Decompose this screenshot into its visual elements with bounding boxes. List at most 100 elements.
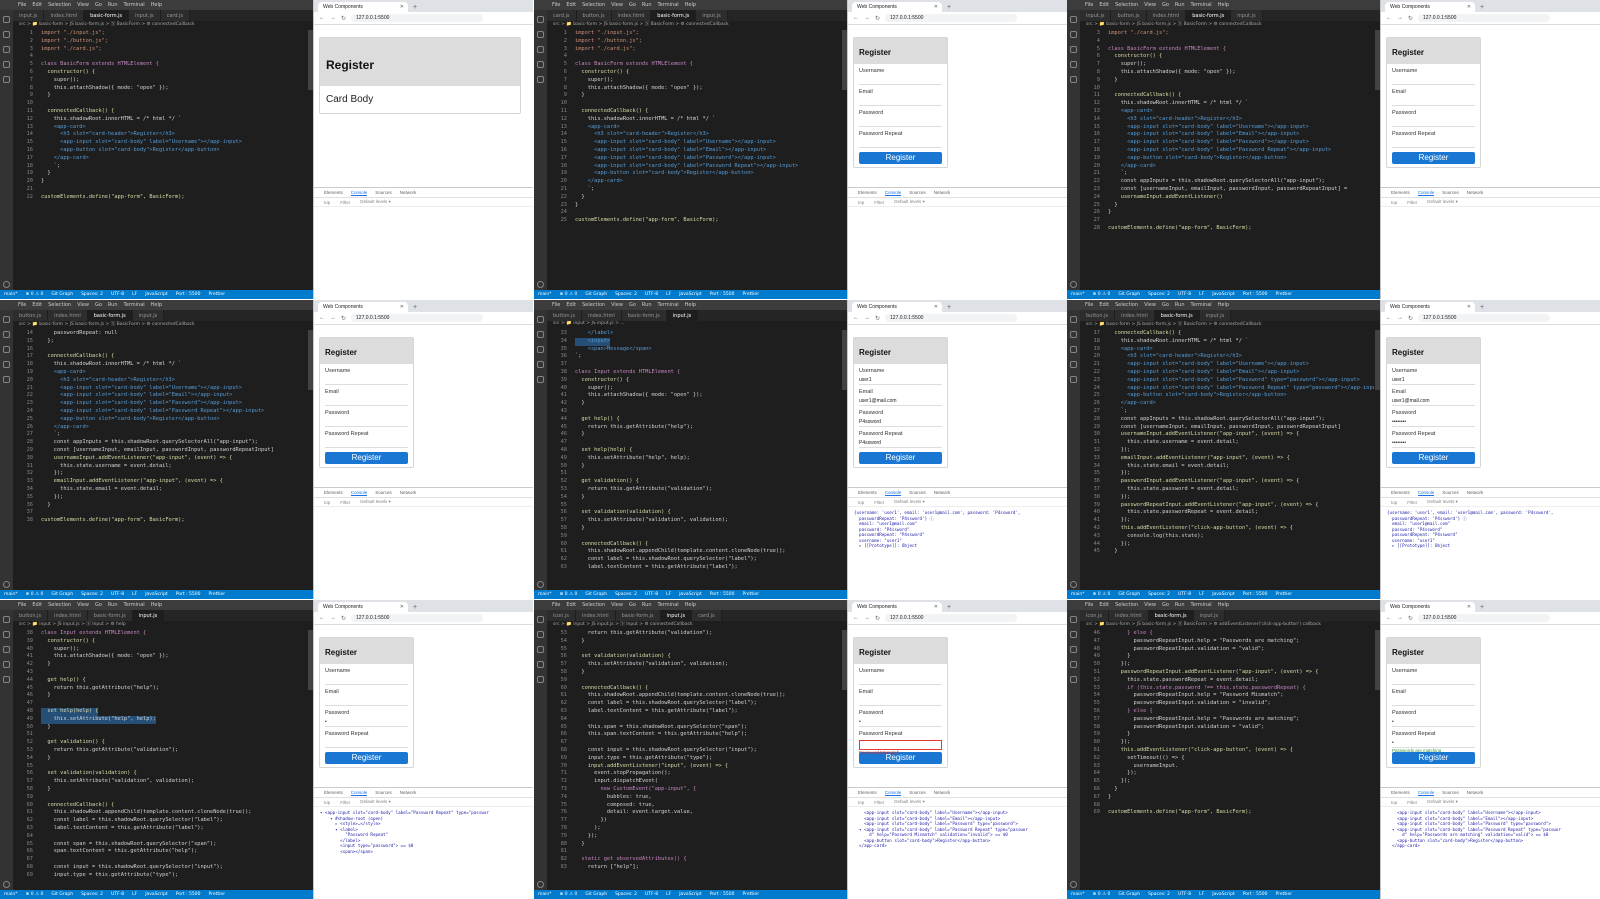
status-item[interactable]: Port : 5500 — [710, 892, 735, 897]
menu-item[interactable]: Selection — [48, 2, 71, 8]
status-item[interactable]: ⊗ 0 ⚠ 0 — [26, 892, 44, 897]
back-icon[interactable]: ← — [319, 15, 325, 21]
levels-dropdown[interactable]: Default levels ▾ — [1427, 799, 1458, 805]
text-input[interactable]: user1@mail.com — [859, 398, 942, 406]
status-item[interactable]: JavaScript — [145, 292, 168, 297]
back-icon[interactable]: ← — [1386, 315, 1392, 321]
editor-tab[interactable]: card.js — [547, 10, 577, 21]
status-item[interactable]: Prettier — [743, 892, 760, 897]
status-item[interactable]: Git Graph — [585, 892, 607, 897]
devtools-tab[interactable]: Sources — [375, 190, 392, 195]
devtools-tab[interactable]: Elements — [324, 790, 343, 795]
extensions-icon[interactable] — [537, 76, 544, 83]
explorer-icon[interactable] — [3, 16, 10, 23]
status-item[interactable]: ⊗ 0 ⚠ 0 — [26, 592, 44, 597]
menu-item[interactable]: Edit — [566, 2, 576, 8]
status-item[interactable]: UTF-8 — [111, 592, 124, 597]
status-item[interactable]: Spaces: 2 — [81, 592, 103, 597]
menu-item[interactable]: View — [1144, 302, 1156, 308]
forward-icon[interactable]: → — [864, 315, 870, 321]
back-icon[interactable]: ← — [853, 615, 859, 621]
register-button[interactable]: Register — [1392, 152, 1475, 164]
search-icon[interactable] — [1070, 631, 1077, 638]
code-editor[interactable]: 53 return this.getAttribute("validation"… — [547, 630, 841, 887]
status-item[interactable]: Prettier — [209, 292, 226, 297]
text-input[interactable]: •••••••• — [1392, 440, 1475, 448]
menu-item[interactable]: Edit — [32, 302, 42, 308]
text-input[interactable]: • — [325, 719, 408, 727]
status-item[interactable]: main* — [4, 892, 18, 897]
text-input[interactable]: • — [1392, 740, 1475, 748]
status-item[interactable]: Port : 5500 — [1243, 592, 1268, 597]
context-select[interactable]: top — [858, 200, 864, 205]
extensions-icon[interactable] — [3, 676, 10, 683]
browser-tab[interactable]: Web Components ✕ — [1385, 302, 1475, 312]
text-input[interactable] — [1392, 77, 1475, 85]
menu-item[interactable]: Help — [685, 302, 696, 308]
source-control-icon[interactable] — [1070, 46, 1077, 53]
text-input[interactable] — [325, 419, 408, 427]
devtools-tab[interactable]: Console — [884, 790, 902, 796]
editor-tab[interactable]: input.js — [132, 610, 165, 621]
status-item[interactable]: Port : 5500 — [710, 292, 735, 297]
breadcrumb[interactable]: src > 📁 input > JS input.js > 🅂 Input > … — [547, 621, 847, 629]
editor-tab[interactable]: basic-form.js — [87, 610, 133, 621]
devtools-tab[interactable]: Console — [350, 490, 368, 496]
devtools-tab[interactable]: Network — [400, 790, 417, 795]
menu-item[interactable]: Edit — [1099, 302, 1109, 308]
editor-tab[interactable]: basic-form.js — [615, 610, 661, 621]
status-item[interactable]: JavaScript — [145, 892, 168, 897]
gear-icon[interactable] — [537, 281, 544, 288]
status-item[interactable]: Spaces: 2 — [81, 892, 103, 897]
explorer-icon[interactable] — [1070, 16, 1077, 23]
browser-tab[interactable]: Web Components ✕ — [318, 302, 408, 312]
devtools-tab[interactable]: Network — [400, 190, 417, 195]
text-input[interactable] — [1392, 698, 1475, 706]
status-item[interactable]: Port : 5500 — [176, 292, 201, 297]
search-icon[interactable] — [1070, 31, 1077, 38]
run-debug-icon[interactable] — [3, 361, 10, 368]
filter-input[interactable]: Filter — [874, 500, 884, 505]
levels-dropdown[interactable]: Default levels ▾ — [894, 799, 925, 805]
reload-icon[interactable]: ↻ — [875, 15, 880, 22]
reload-icon[interactable]: ↻ — [875, 315, 880, 322]
text-input[interactable] — [325, 740, 408, 748]
register-button[interactable]: Register — [325, 752, 408, 764]
editor-tab[interactable]: basic-form.js — [1186, 10, 1232, 21]
text-input[interactable] — [325, 698, 408, 706]
register-button[interactable]: Register — [1392, 752, 1475, 764]
menu-item[interactable]: View — [77, 602, 89, 608]
menu-item[interactable]: File — [1085, 302, 1093, 308]
source-control-icon[interactable] — [537, 646, 544, 653]
editor-tab[interactable]: basic-form.js — [84, 10, 130, 21]
reload-icon[interactable]: ↻ — [1408, 315, 1413, 322]
status-item[interactable]: LF — [666, 892, 671, 897]
gear-icon[interactable] — [537, 881, 544, 888]
url-field[interactable]: 127.0.0.1:5500 — [1418, 14, 1550, 22]
menu-item[interactable]: File — [552, 2, 560, 8]
run-debug-icon[interactable] — [1070, 661, 1077, 668]
status-item[interactable]: main* — [4, 592, 18, 597]
status-item[interactable]: JavaScript — [679, 892, 702, 897]
text-input[interactable]: •••••••• — [1392, 419, 1475, 427]
context-select[interactable]: top — [858, 500, 864, 505]
status-item[interactable]: UTF-8 — [645, 592, 658, 597]
gear-icon[interactable] — [1070, 881, 1077, 888]
forward-icon[interactable]: → — [1397, 615, 1403, 621]
status-item[interactable]: LF — [666, 292, 671, 297]
run-debug-icon[interactable] — [537, 361, 544, 368]
url-field[interactable]: 127.0.0.1:5500 — [1418, 314, 1550, 322]
status-item[interactable]: main* — [4, 292, 18, 297]
new-tab-icon[interactable]: + — [947, 604, 951, 611]
editor-tab[interactable]: index.html — [1108, 610, 1149, 621]
status-item[interactable]: Port : 5500 — [1243, 892, 1268, 897]
menu-item[interactable]: Terminal — [1191, 2, 1212, 8]
menu-item[interactable]: Selection — [48, 602, 71, 608]
url-field[interactable]: 127.0.0.1:5500 — [351, 614, 483, 622]
text-input[interactable]: user1 — [1392, 377, 1475, 385]
close-icon[interactable]: ✕ — [400, 604, 404, 610]
menu-item[interactable]: View — [1144, 602, 1156, 608]
back-icon[interactable]: ← — [853, 315, 859, 321]
text-input[interactable] — [859, 119, 942, 127]
menu-item[interactable]: Terminal — [658, 302, 679, 308]
